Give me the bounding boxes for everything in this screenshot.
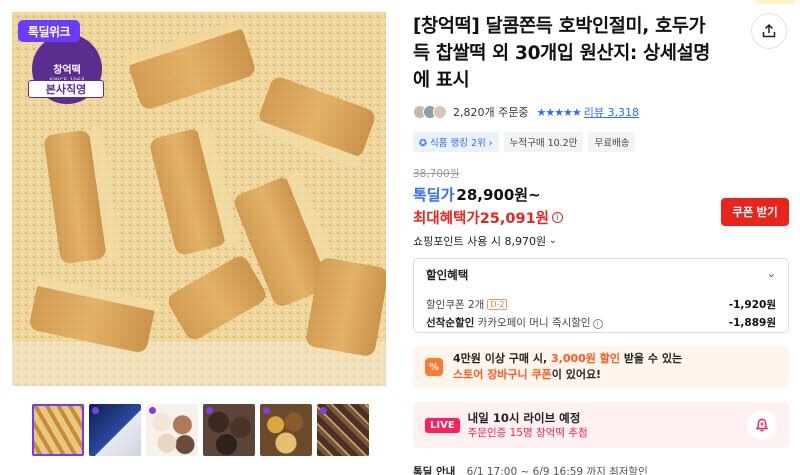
live-schedule-banner[interactable]: LIVE 내일 10시 라이브 예정 주문인증 15명 창억떡 추첨 [413,402,789,448]
live-title: 내일 10시 라이브 예정 [467,411,581,425]
deal-info-text: 6/1 17:00 ~ 6/9 16:59 까지 최저할인 [466,466,648,475]
discount-panel-title: 할인혜택 [426,268,469,282]
points-usage-toggle[interactable]: 쇼핑포인트 사용 시 8,970원 ⌄ [413,233,557,249]
live-badge: LIVE [425,417,460,433]
rating-row: 2,820개 주문중 ★★★★★ 리뷰 3,318 [413,104,639,120]
chevron-down-icon: ⌄ [549,236,557,246]
deal-price: 28,900원~ [456,186,541,204]
tag-list: ✪ 식품 랭킹 2위 › 누적구매 10.2만 무료배송 [413,132,636,152]
thumbnail-4[interactable] [203,404,255,456]
cumulative-purchase-tag: 누적구매 10.2만 [503,132,584,152]
first-come-discount-row: 선착순할인 카카오페이 머니 즉시할인 i -1,889원 [426,313,776,331]
original-price: 38,700원 [413,168,460,180]
thumbnail-3[interactable] [146,404,198,456]
deal-price-row: 톡딜가 28,900원~ [413,184,541,205]
points-usage-text: 쇼핑포인트 사용 시 8,970원 [413,235,547,248]
first-come-label: 선착순할인 [426,316,475,329]
deal-info-label: 톡딜 안내 [413,466,456,475]
discount-benefit-panel: 할인혜택 ⌄ 할인쿠폰 2개 D-2 -1,920원 선착순할인 카카오페이 머니… [413,258,789,333]
free-shipping-tag: 무료배송 [588,132,636,152]
avatar [433,105,447,119]
chevron-down-icon: ⌄ [766,267,776,280]
max-benefit-price-row: 최대혜택가25,091원 i [413,207,563,228]
live-subtitle: 주문인증 15명 창억떡 추첨 [467,427,588,439]
thumbnail-badge-icon [320,407,327,414]
deal-info-strip: 톡딜 안내 6/1 17:00 ~ 6/9 16:59 까지 최저할인 [413,464,648,475]
official-store-ribbon: 본사직영 [28,80,104,98]
max-benefit-price: 최대혜택가25,091원 [413,211,549,227]
live-text: 내일 10시 라이브 예정 주문인증 15명 창억떡 추첨 [468,410,747,440]
thumbnail-1[interactable] [32,404,84,456]
buyer-avatars [413,105,447,119]
first-come-desc: 카카오페이 머니 즉시할인 [477,316,591,329]
share-icon [762,23,776,38]
coupon-dday-badge: D-2 [487,298,508,310]
top-edge-decoration [756,0,796,4]
bell-icon [755,418,769,432]
coupon-discount-amount: -1,920원 [728,298,776,311]
thumbnail-badge-icon [149,407,156,414]
thumbnail-badge-icon [206,407,213,414]
discount-panel-header[interactable]: 할인혜택 ⌄ [426,267,776,283]
coupon-discount-row: 할인쿠폰 2개 D-2 -1,920원 [426,295,776,313]
live-alarm-button[interactable] [747,410,777,440]
thumbnail-5[interactable] [260,404,312,456]
ranking-tag[interactable]: ✪ 식품 랭킹 2위 › [413,132,499,152]
thumbnail-2[interactable] [89,404,141,456]
ranking-badge-icon: ✪ [419,138,430,149]
order-count: 2,820개 주문중 [453,106,529,119]
get-coupon-button[interactable]: 쿠폰 받기 [721,198,789,226]
store-cart-coupon-banner[interactable]: % 4만원 이상 구매 시, 3,000원 할인 받을 수 있는 스토어 장바구… [413,346,789,388]
deal-week-badge: 톡딜위크 [18,20,80,42]
thumbnail-strip [32,404,369,456]
discount-percent-icon: % [425,358,443,376]
info-icon[interactable]: i [592,318,603,329]
seal-brand-name: 창억떡 [53,64,81,76]
share-button[interactable] [751,13,787,49]
star-rating-icon: ★★★★★ [536,105,581,119]
product-title: [창억떡] 달콤쫀득 호박인절미, 호두가득 찹쌀떡 외 30개입 원산지: 상… [413,16,711,91]
thumbnail-6[interactable] [317,404,369,456]
first-come-discount-amount: -1,889원 [728,316,776,329]
coupon-discount-label: 할인쿠폰 2개 [426,298,485,311]
deal-price-label: 톡딜가 [413,186,455,204]
promo-text: 4만원 이상 구매 시, 3,000원 할인 받을 수 있는 스토어 장바구니 … [453,352,683,381]
review-link[interactable]: 리뷰 3,318 [584,104,639,120]
thumbnail-badge-icon [263,407,270,414]
thumbnail-badge-icon [92,407,99,414]
info-icon[interactable]: i [552,212,563,223]
